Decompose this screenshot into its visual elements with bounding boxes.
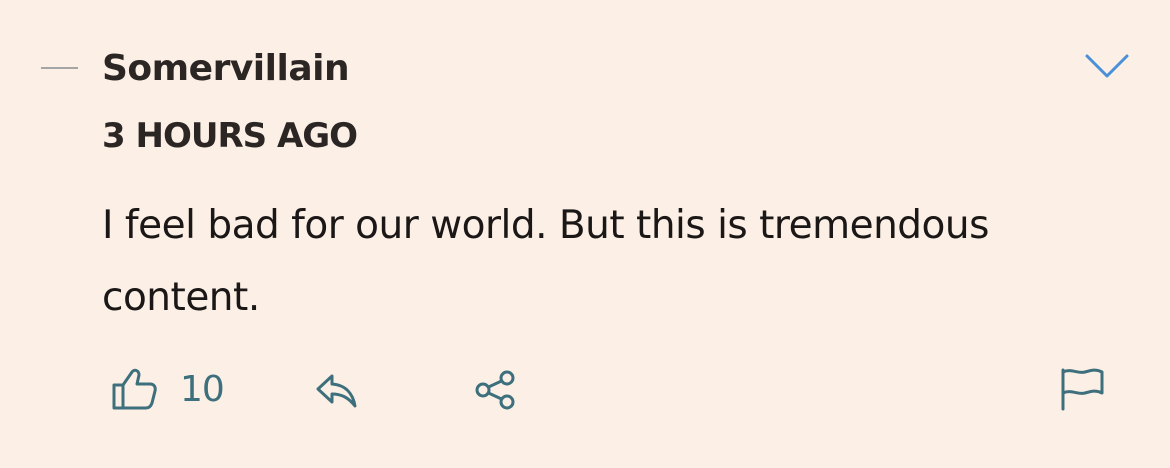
like-count: 10 — [180, 368, 225, 410]
thumbs-up-icon — [110, 367, 158, 411]
reply-button[interactable] — [314, 372, 360, 410]
like-button[interactable]: 10 — [110, 367, 225, 411]
comment-body: I feel bad for our world. But this is tr… — [102, 203, 989, 320]
collapse-thread-button[interactable] — [41, 67, 78, 69]
comment-timestamp: 3 HOURS AGO — [102, 116, 358, 156]
flag-button[interactable] — [1058, 366, 1106, 412]
share-icon — [474, 370, 520, 410]
comment-author[interactable]: Somervillain — [102, 48, 350, 89]
reply-icon — [314, 372, 360, 410]
comment-card: Somervillain 3 HOURS AGO I feel bad for … — [0, 0, 1170, 468]
flag-icon — [1058, 366, 1106, 412]
share-button[interactable] — [474, 370, 520, 410]
chevron-down-icon[interactable] — [1084, 52, 1130, 82]
